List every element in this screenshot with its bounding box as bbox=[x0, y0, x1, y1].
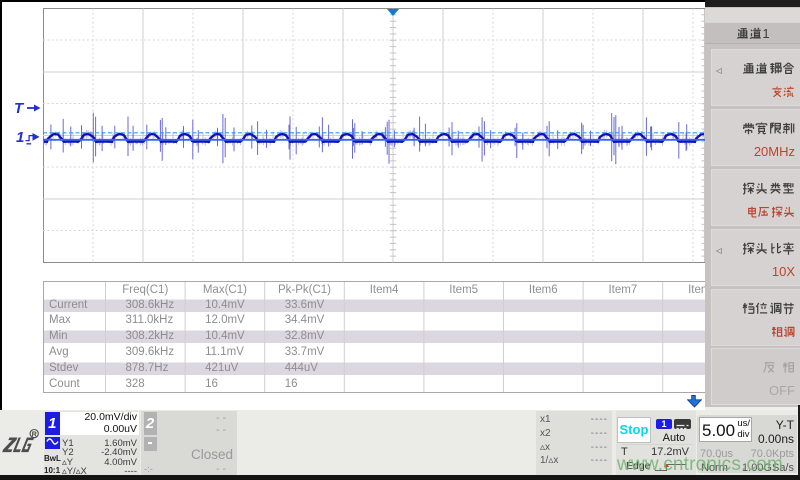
svg-text:R: R bbox=[32, 429, 38, 438]
